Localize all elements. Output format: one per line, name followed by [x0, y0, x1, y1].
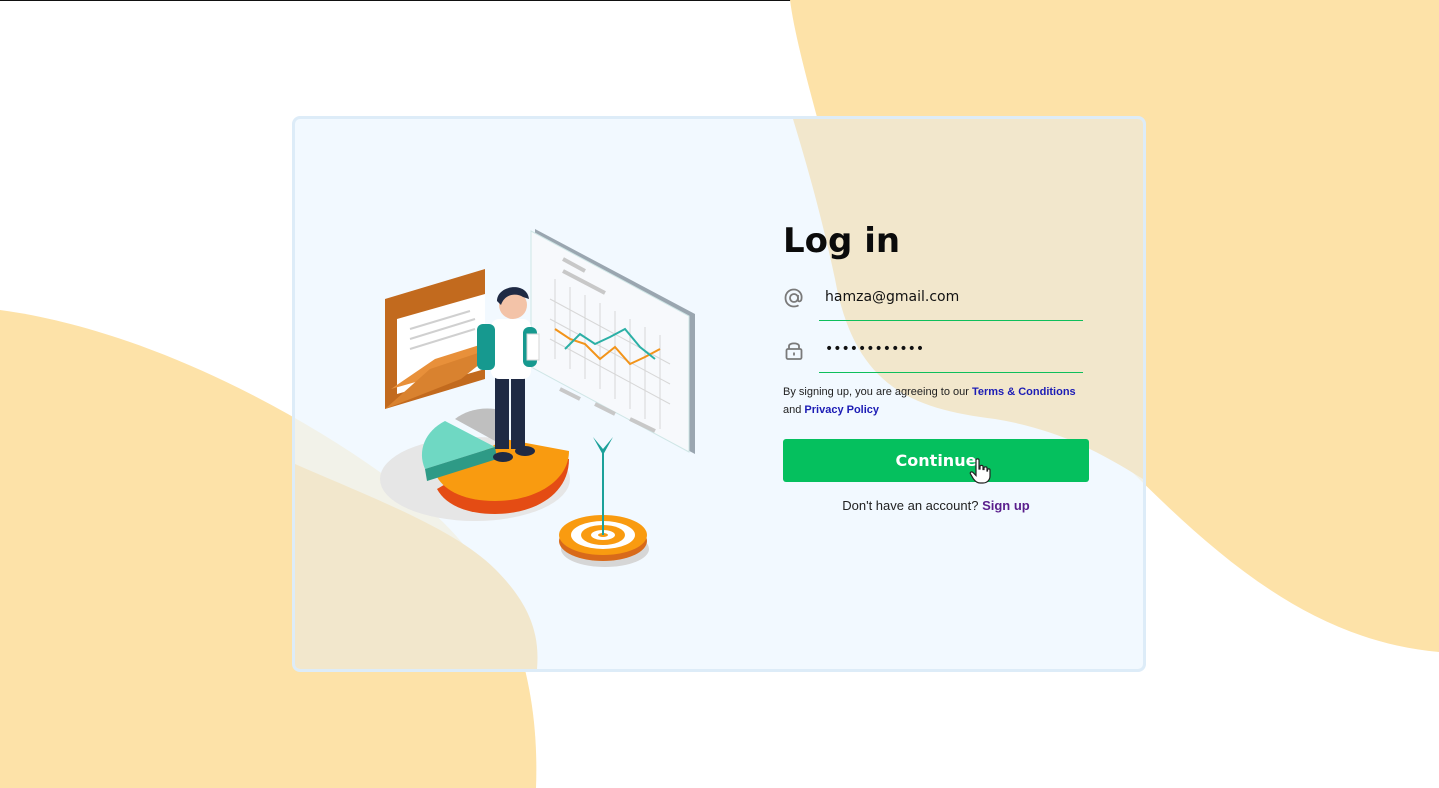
- signup-link[interactable]: Sign up: [982, 498, 1030, 513]
- email-field-row: [783, 275, 1093, 321]
- password-input[interactable]: [819, 333, 1093, 365]
- login-card: Log in By signing up, you are agreeing t…: [292, 116, 1146, 672]
- page-title: Log in: [783, 221, 901, 261]
- email-underline: [819, 320, 1083, 321]
- email-input[interactable]: [819, 281, 1093, 313]
- lock-icon: [785, 342, 803, 360]
- chart-board: [530, 229, 695, 454]
- login-form: Log in By signing up, you are agreeing t…: [783, 219, 1093, 513]
- privacy-link[interactable]: Privacy Policy: [804, 404, 879, 416]
- signup-prompt: Don't have an account?: [842, 498, 983, 513]
- pie-chart: [380, 408, 570, 521]
- hand-pointer-icon: [969, 458, 991, 484]
- signup-row: Don't have an account? Sign up: [783, 498, 1089, 513]
- terms-link[interactable]: Terms & Conditions: [972, 386, 1076, 398]
- at-sign-icon: [784, 288, 803, 308]
- continue-button[interactable]: Continue: [783, 439, 1089, 482]
- terms-and: and: [783, 404, 805, 416]
- terms-notice: By signing up, you are agreeing to our T…: [783, 383, 1089, 419]
- analytics-illustration: [380, 229, 695, 567]
- password-underline: [819, 372, 1083, 373]
- password-field-row: [783, 327, 1093, 373]
- terms-prefix: By signing up, you are agreeing to our: [783, 386, 972, 398]
- target: [559, 437, 649, 567]
